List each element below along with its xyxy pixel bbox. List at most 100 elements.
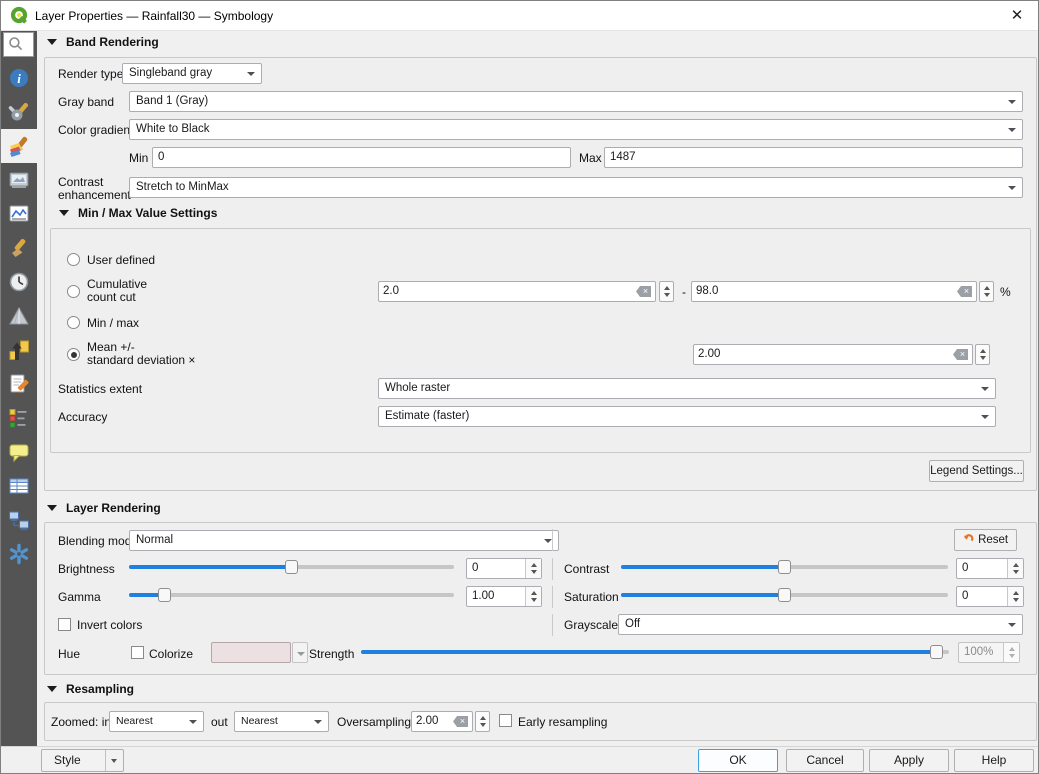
min-label: Min bbox=[129, 151, 148, 165]
cumulative-high-stepper[interactable] bbox=[979, 281, 994, 302]
user-defined-radio[interactable] bbox=[67, 253, 80, 266]
max-input[interactable]: 1487 bbox=[604, 147, 1023, 168]
sidebar-item-transparency[interactable] bbox=[1, 163, 37, 197]
invert-colors-checkbox[interactable] bbox=[58, 618, 71, 631]
gray-band-select[interactable]: Band 1 (Gray) bbox=[129, 91, 1023, 112]
zoomed-in-label: Zoomed: in bbox=[51, 715, 111, 729]
cumulative-low-input[interactable]: 2.0 bbox=[378, 281, 656, 302]
colorize-color-dropdown[interactable] bbox=[292, 642, 308, 663]
sidebar-item-display[interactable] bbox=[1, 435, 37, 469]
sidebar: i bbox=[1, 31, 37, 746]
slider-handle[interactable] bbox=[778, 588, 791, 602]
colorize-color-swatch[interactable] bbox=[211, 642, 291, 663]
zoomed-in-select[interactable]: Nearest Neighbour bbox=[109, 711, 204, 732]
cumulative-high-input[interactable]: 98.0 bbox=[691, 281, 977, 302]
clear-field-icon[interactable] bbox=[953, 349, 968, 360]
attribute-table-icon bbox=[8, 475, 30, 497]
qgis-server-icon bbox=[8, 509, 30, 531]
contrast-spinbox[interactable]: 0 bbox=[956, 558, 1024, 579]
min-input[interactable]: 0 bbox=[152, 147, 571, 168]
oversampling-stepper[interactable] bbox=[475, 711, 490, 732]
metadata-icon bbox=[8, 373, 30, 395]
clear-field-icon[interactable] bbox=[957, 286, 972, 297]
mean-stddev-radio[interactable] bbox=[67, 348, 80, 361]
contrast-enhancement-select[interactable]: Stretch to MinMax bbox=[129, 177, 1023, 198]
accuracy-label: Accuracy bbox=[58, 410, 107, 424]
slider-handle[interactable] bbox=[158, 588, 171, 602]
sidebar-item-temporal[interactable] bbox=[1, 265, 37, 299]
band-rendering-header[interactable]: Band Rendering bbox=[47, 35, 159, 49]
sidebar-item-external-plugin[interactable] bbox=[1, 537, 37, 571]
apply-button[interactable]: Apply bbox=[869, 749, 949, 772]
mean-stddev-label: Mean +/- standard deviation × bbox=[87, 341, 195, 367]
sidebar-item-information[interactable]: i bbox=[1, 61, 37, 95]
title-bar: Layer Properties — Rainfall30 — Symbolog… bbox=[1, 1, 1038, 31]
sidebar-item-histogram[interactable] bbox=[1, 197, 37, 231]
brightness-slider[interactable] bbox=[129, 559, 454, 575]
style-button[interactable]: Style bbox=[41, 749, 124, 772]
layer-rendering-header[interactable]: Layer Rendering bbox=[47, 501, 161, 515]
contrast-enhancement-label: Contrast enhancement bbox=[58, 176, 131, 202]
strength-slider[interactable] bbox=[361, 644, 949, 660]
resampling-header[interactable]: Resampling bbox=[47, 682, 134, 696]
close-icon[interactable]: ✕ bbox=[1008, 7, 1026, 25]
gamma-slider[interactable] bbox=[129, 587, 454, 603]
range-dash: - bbox=[682, 285, 686, 299]
sidebar-item-pyramids[interactable] bbox=[1, 299, 37, 333]
early-resampling-checkbox[interactable] bbox=[499, 714, 512, 727]
reset-button[interactable]: Reset bbox=[954, 529, 1017, 551]
contrast-slider[interactable] bbox=[621, 559, 948, 575]
slider-handle[interactable] bbox=[778, 560, 791, 574]
ok-button[interactable]: OK bbox=[698, 749, 778, 772]
stddev-multiplier-input[interactable]: 2.00 bbox=[693, 344, 973, 365]
cumulative-count-cut-radio[interactable] bbox=[67, 285, 80, 298]
color-gradient-select[interactable]: White to Black bbox=[129, 119, 1023, 140]
saturation-label: Saturation bbox=[564, 590, 619, 604]
contrast-label: Contrast bbox=[564, 562, 609, 576]
blending-mode-label: Blending mode bbox=[58, 534, 138, 548]
zoomed-out-select[interactable]: Nearest Neighbour bbox=[234, 711, 329, 732]
slider-handle[interactable] bbox=[285, 560, 298, 574]
grayscale-select[interactable]: Off bbox=[618, 614, 1023, 635]
gamma-spinbox[interactable]: 1.00 bbox=[466, 586, 542, 607]
max-label: Max bbox=[579, 151, 602, 165]
oversampling-input[interactable]: 2.00 bbox=[411, 711, 473, 732]
cancel-button[interactable]: Cancel bbox=[786, 749, 864, 772]
strength-spinbox[interactable]: 100% bbox=[958, 642, 1020, 663]
clear-field-icon[interactable] bbox=[453, 716, 468, 727]
sidebar-item-metadata[interactable] bbox=[1, 367, 37, 401]
brightness-spinbox[interactable]: 0 bbox=[466, 558, 542, 579]
search-input[interactable] bbox=[3, 32, 34, 57]
blending-mode-select[interactable]: Normal bbox=[129, 530, 559, 551]
stddev-multiplier-stepper[interactable] bbox=[975, 344, 990, 365]
gray-band-label: Gray band bbox=[58, 95, 114, 109]
sidebar-item-symbology[interactable] bbox=[1, 129, 37, 163]
legend-settings-button[interactable]: Legend Settings... bbox=[929, 460, 1024, 482]
statistics-extent-select[interactable]: Whole raster bbox=[378, 378, 996, 399]
sidebar-item-source[interactable] bbox=[1, 95, 37, 129]
sidebar-item-attribute-table[interactable] bbox=[1, 469, 37, 503]
sidebar-item-rendering[interactable] bbox=[1, 231, 37, 265]
collapse-triangle-icon bbox=[59, 210, 69, 216]
help-button[interactable]: Help bbox=[954, 749, 1034, 772]
slider-handle[interactable] bbox=[930, 645, 943, 659]
invert-colors-label: Invert colors bbox=[77, 618, 142, 632]
minmax-settings-header[interactable]: Min / Max Value Settings bbox=[59, 206, 217, 220]
search-icon bbox=[8, 36, 24, 52]
sidebar-item-qgis-server[interactable] bbox=[1, 503, 37, 537]
layer-properties-dialog: Layer Properties — Rainfall30 — Symbolog… bbox=[0, 0, 1039, 774]
render-type-select[interactable]: Singleband gray bbox=[122, 63, 262, 84]
colorize-label: Colorize bbox=[149, 647, 193, 661]
min-max-radio[interactable] bbox=[67, 316, 80, 329]
clear-field-icon[interactable] bbox=[636, 286, 651, 297]
symbology-icon bbox=[8, 135, 30, 157]
style-dropdown-icon[interactable] bbox=[105, 750, 123, 771]
accuracy-select[interactable]: Estimate (faster) bbox=[378, 406, 996, 427]
sidebar-item-elevation[interactable] bbox=[1, 333, 37, 367]
saturation-slider[interactable] bbox=[621, 587, 948, 603]
colorize-checkbox[interactable] bbox=[131, 646, 144, 659]
sidebar-item-legend[interactable] bbox=[1, 401, 37, 435]
early-resampling-label: Early resampling bbox=[518, 715, 607, 729]
cumulative-low-stepper[interactable] bbox=[659, 281, 674, 302]
saturation-spinbox[interactable]: 0 bbox=[956, 586, 1024, 607]
